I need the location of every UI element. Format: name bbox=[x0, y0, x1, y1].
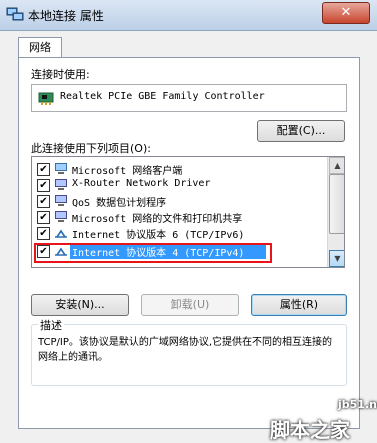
uninstall-button[interactable]: 卸载(U) bbox=[141, 294, 239, 316]
checkbox[interactable]: ✔ bbox=[37, 227, 50, 240]
network-adapter-icon bbox=[38, 92, 54, 105]
list-item[interactable]: ✔ Microsoft 网络的文件和打印机共享 bbox=[32, 209, 326, 225]
watermark-site: jb51.net bbox=[338, 398, 377, 411]
install-button[interactable]: 安装(N)... bbox=[31, 294, 129, 316]
checkbox[interactable]: ✔ bbox=[37, 195, 50, 208]
scroll-down-icon[interactable]: ▼ bbox=[329, 250, 344, 267]
protocol-icon bbox=[55, 229, 67, 238]
list-item-label: QoS 数据包计划程序 bbox=[72, 198, 167, 209]
scroll-thumb[interactable] bbox=[329, 174, 344, 234]
components-list: ✔ Microsoft 网络客户端 ✔ X-Router Network Dri… bbox=[31, 156, 345, 268]
list-item-selected[interactable]: ✔ Internet 协议版本 4 (TCP/IPv4) bbox=[32, 243, 326, 263]
connect-using-label: 连接时使用: bbox=[31, 68, 90, 81]
adapter-name: Realtek PCIe GBE Family Controller bbox=[60, 91, 265, 102]
description-legend: 描述 bbox=[38, 317, 64, 333]
highlight-outline bbox=[34, 243, 272, 263]
network-service-icon bbox=[55, 211, 67, 222]
list-scrollbar[interactable]: ▲ ▼ bbox=[327, 157, 344, 267]
checkbox[interactable]: ✔ bbox=[37, 179, 50, 192]
watermark-brand: 脚本之家 bbox=[270, 418, 350, 442]
items-label: 此连接使用下列项目(O): bbox=[31, 142, 151, 155]
window-title: 本地连接 属性 bbox=[28, 9, 104, 23]
close-icon: ✕ bbox=[340, 5, 352, 20]
properties-panel: 连接时使用: Realtek PCIe GBE Family Controlle… bbox=[18, 57, 360, 429]
tab-network[interactable]: 网络 bbox=[18, 37, 62, 58]
list-item-label: Microsoft 网络的文件和打印机共享 bbox=[72, 214, 243, 225]
description-text: TCP/IP。该协议是默认的广域网络协议,它提供在不同的相互连接的网络上的通讯。 bbox=[38, 337, 333, 363]
network-service-icon bbox=[55, 195, 67, 206]
adapter-field: Realtek PCIe GBE Family Controller bbox=[31, 84, 347, 112]
properties-button[interactable]: 属性(R) bbox=[251, 294, 347, 316]
network-service-icon bbox=[55, 179, 67, 190]
close-button[interactable]: ✕ bbox=[322, 2, 370, 24]
list-item-label: Internet 协议版本 6 (TCP/IPv6) bbox=[72, 230, 245, 241]
list-item-label: X-Router Network Driver bbox=[72, 178, 211, 189]
list-item[interactable]: ✔ Internet 协议版本 6 (TCP/IPv6) bbox=[32, 225, 326, 241]
list-item-label: Microsoft 网络客户端 bbox=[72, 166, 183, 177]
description-group: 描述 TCP/IP。该协议是默认的广域网络协议,它提供在不同的相互连接的网络上的… bbox=[31, 317, 347, 386]
list-item[interactable]: ✔ Microsoft 网络客户端 bbox=[32, 161, 326, 177]
checkbox[interactable]: ✔ bbox=[37, 211, 50, 224]
scroll-up-icon[interactable]: ▲ bbox=[329, 157, 344, 174]
configure-button[interactable]: 配置(C)... bbox=[257, 120, 345, 142]
title-bar: 本地连接 属性 ✕ bbox=[0, 0, 377, 31]
network-connection-icon bbox=[6, 7, 24, 21]
list-item[interactable]: ✔ X-Router Network Driver bbox=[32, 177, 326, 193]
network-client-icon bbox=[55, 163, 67, 174]
checkbox[interactable]: ✔ bbox=[37, 163, 50, 176]
list-item[interactable]: ✔ QoS 数据包计划程序 bbox=[32, 193, 326, 209]
